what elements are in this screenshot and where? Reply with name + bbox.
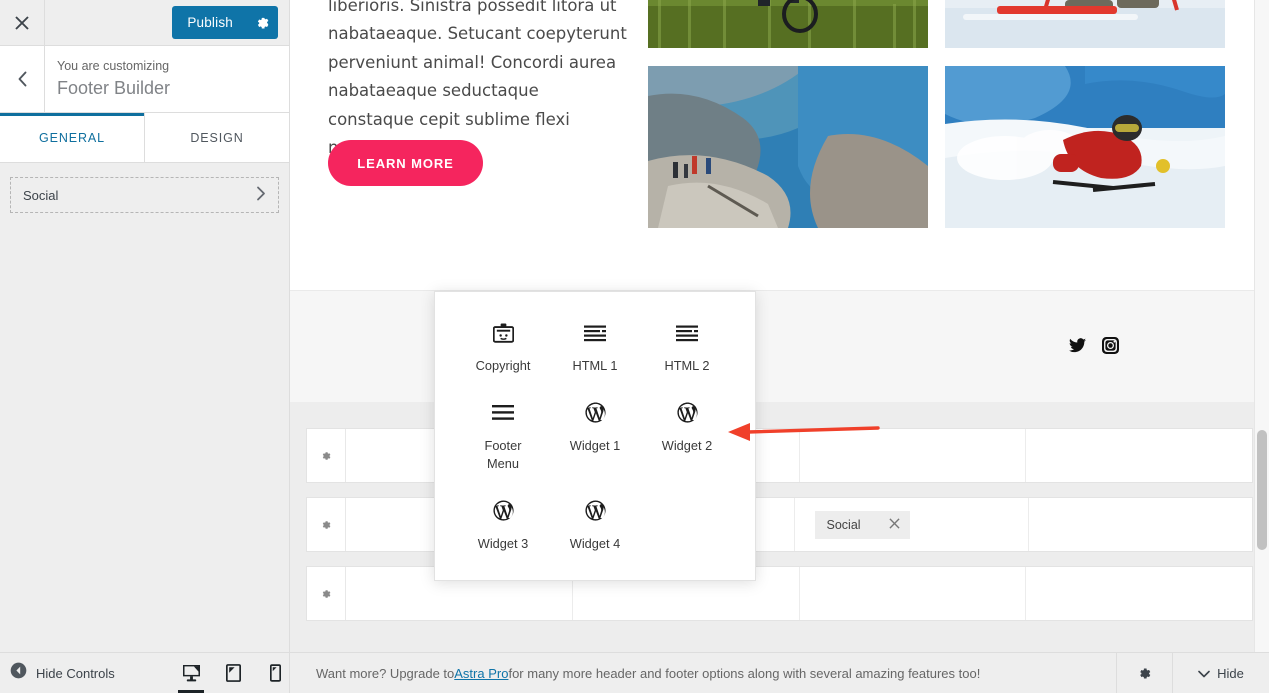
add-item-label: HTML 2: [664, 358, 710, 373]
add-item-label: Footer Menu: [484, 437, 522, 472]
close-icon[interactable]: [888, 517, 900, 532]
add-item-footer-menu[interactable]: Footer Menu: [457, 402, 549, 474]
add-item-popover: Copyright HTML 1 HTML 2 Footer Menu Widg…: [434, 291, 756, 581]
learn-more-button[interactable]: LEARN MORE: [328, 140, 483, 186]
add-item-widget-1[interactable]: Widget 1: [549, 402, 641, 474]
customizer-title-bar: You are customizing Footer Builder: [0, 45, 289, 113]
publish-button[interactable]: Publish: [172, 6, 246, 39]
close-icon[interactable]: [0, 0, 45, 45]
add-item-label: Copyright: [475, 358, 531, 373]
add-item-label: HTML 1: [572, 358, 618, 373]
tablet-icon[interactable]: [212, 653, 254, 693]
wordpress-icon: [492, 500, 514, 522]
customizer-title-text: You are customizing Footer Builder: [45, 46, 289, 112]
add-item-label: Widget 3: [477, 535, 529, 551]
page-title: Footer Builder: [57, 78, 171, 99]
footer-drop-zone[interactable]: [1029, 498, 1252, 551]
gear-icon[interactable]: [307, 429, 346, 482]
add-item-html-2[interactable]: HTML 2: [641, 322, 733, 376]
preview-hero-section: liberioris. Sinistra possedit litora ut …: [290, 0, 1269, 290]
add-item-widget-3[interactable]: Widget 3: [457, 500, 549, 554]
gear-icon[interactable]: [246, 6, 278, 39]
publish-group[interactable]: Publish: [172, 6, 278, 39]
mobile-icon[interactable]: [254, 653, 296, 693]
add-item-label: Widget 1: [569, 437, 621, 453]
html-lines-icon: [584, 322, 606, 344]
html-lines-icon: [676, 322, 698, 344]
fjord-cliff-hikers-photo: [648, 66, 928, 228]
ski-boots-snow-photo: [945, 0, 1225, 48]
customizer-screen: Publish You are customizing Footer Build…: [0, 0, 1269, 693]
tab-design[interactable]: DESIGN: [145, 113, 289, 162]
collapse-left-icon: [10, 662, 27, 684]
upsell-suffix: for many more header and footer options …: [508, 665, 981, 681]
scrollbar-thumb[interactable]: [1257, 430, 1267, 550]
hide-controls-label: Hide Controls: [36, 665, 115, 681]
astra-pro-link[interactable]: Astra Pro: [454, 666, 508, 681]
gear-icon[interactable]: [307, 498, 346, 551]
device-preview-switcher: [170, 653, 296, 693]
hero-paragraph: liberioris. Sinistra possedit litora ut …: [328, 0, 627, 157]
add-item-label: Widget 4: [569, 535, 621, 551]
wordpress-icon: [584, 402, 606, 424]
add-item-html-1[interactable]: HTML 1: [549, 322, 641, 376]
add-item-label: Widget 2: [661, 437, 713, 453]
chevron-left-icon[interactable]: [0, 46, 45, 112]
footer-item-social[interactable]: Social: [814, 510, 910, 539]
hide-controls-button[interactable]: Hide Controls: [0, 653, 290, 693]
wordpress-icon: [676, 402, 698, 424]
add-item-empty-slot: [641, 500, 733, 554]
chevron-down-icon: [1198, 666, 1210, 681]
mountain-bikers-grass-photo: [648, 0, 928, 48]
footer-drop-zone[interactable]: [1026, 429, 1252, 482]
desktop-icon[interactable]: [170, 653, 212, 693]
footer-item-label: Social: [826, 517, 861, 532]
customizer-bottom-bar: Hide Controls Want more? Upgrade to Astr…: [0, 652, 1269, 693]
sidebar-item-label: Social: [23, 187, 59, 203]
upsell-prefix: Want more? Upgrade to: [316, 665, 455, 681]
preview-scrollbar[interactable]: [1254, 0, 1269, 652]
gear-icon[interactable]: [307, 567, 346, 620]
chevron-right-icon: [256, 186, 266, 205]
hide-panel-label: Hide: [1217, 665, 1244, 681]
customizer-header: Publish: [0, 0, 289, 45]
customizer-panel-body: Social: [0, 163, 289, 693]
add-item-grid: Copyright HTML 1 HTML 2 Footer Menu Widg…: [457, 322, 733, 553]
sidebar-item-social[interactable]: Social: [10, 177, 279, 213]
footer-drop-zone[interactable]: [1026, 567, 1252, 620]
customizer-panel: Publish You are customizing Footer Build…: [0, 0, 290, 693]
hide-panel-button[interactable]: Hide: [1172, 653, 1269, 693]
instagram-icon[interactable]: [1102, 337, 1119, 354]
wordpress-icon: [584, 500, 606, 522]
footer-social-icons: [1069, 337, 1119, 354]
add-item-widget-2[interactable]: Widget 2: [641, 402, 733, 474]
add-item-widget-4[interactable]: Widget 4: [549, 500, 641, 554]
add-item-copyright[interactable]: Copyright: [457, 322, 549, 376]
customizing-subtitle: You are customizing: [57, 58, 170, 73]
footer-drop-zone[interactable]: [800, 429, 1027, 482]
twitter-icon[interactable]: [1069, 338, 1086, 353]
tab-general[interactable]: GENERAL: [0, 113, 144, 162]
downhill-skier-photo: [945, 66, 1225, 228]
hamburger-menu-icon: [492, 402, 514, 424]
astra-pro-upsell: Want more? Upgrade to Astra Pro for many…: [290, 653, 1116, 693]
gear-icon[interactable]: [1116, 653, 1172, 693]
copyright-badge-icon: [492, 322, 514, 344]
footer-drop-zone[interactable]: Social: [795, 498, 1029, 551]
footer-drop-zone[interactable]: [800, 567, 1027, 620]
customizer-tabs: GENERAL DESIGN: [0, 113, 289, 163]
